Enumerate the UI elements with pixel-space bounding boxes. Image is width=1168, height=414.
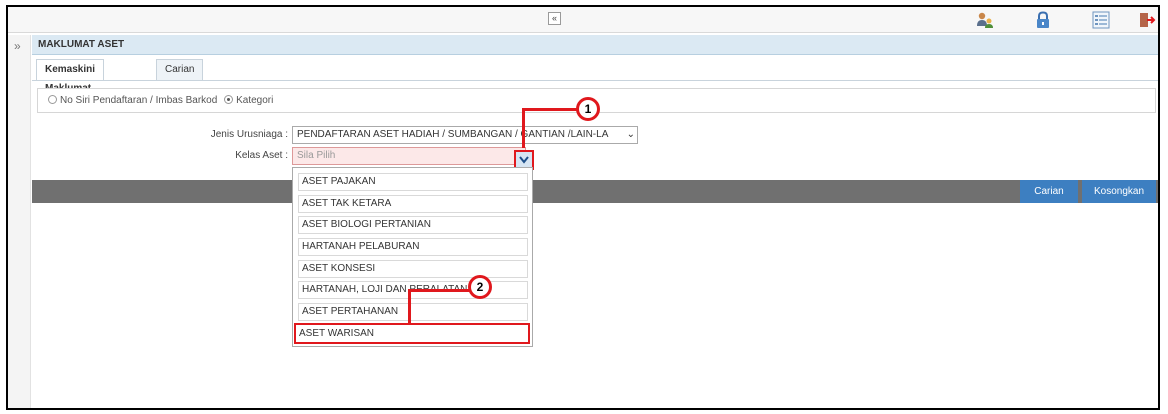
logout-icon[interactable] — [1138, 11, 1156, 29]
tab-divider — [32, 80, 1158, 81]
dropdown-option[interactable]: ASET TAK KETARA — [298, 195, 528, 213]
side-strip: » — [8, 35, 31, 408]
callout-1-connector — [522, 108, 525, 148]
callout-2-connector — [408, 289, 411, 325]
dropdown-option[interactable]: ASET KONSESI — [298, 260, 528, 278]
kelas-aset-placeholder: Sila Pilih — [297, 150, 336, 161]
radio-no-siri-label: No Siri Pendaftaran / Imbas Barkod — [60, 95, 218, 106]
jenis-urusniaga-select[interactable]: PENDAFTARAN ASET HADIAH / SUMBANGAN / GA… — [292, 126, 638, 144]
list-icon[interactable] — [1092, 11, 1110, 29]
app-window: « » MAKLUMAT ASET Kemaskini Carian No Si… — [6, 5, 1160, 410]
jenis-urusniaga-label: Jenis Urusniaga : — [210, 129, 288, 140]
chevron-down-icon: ⌄ — [626, 129, 635, 140]
dropdown-option[interactable]: HARTANAH PELABURAN — [298, 238, 528, 256]
kelas-aset-select[interactable]: Sila Pilih — [292, 147, 526, 165]
chevron-down-icon — [519, 156, 529, 164]
dropdown-option[interactable]: ASET BIOLOGI PERTANIAN — [298, 216, 528, 234]
callout-2-badge: 2 — [468, 275, 492, 299]
callout-1-badge: 1 — [576, 97, 600, 121]
tab-carian[interactable]: Carian — [156, 59, 204, 80]
tab-kemaskini-maklumat[interactable]: Kemaskini Maklumat — [36, 59, 105, 94]
radio-no-siri[interactable] — [48, 95, 57, 104]
carian-button[interactable]: Carian — [1020, 180, 1078, 203]
jenis-urusniaga-value: PENDAFTARAN ASET HADIAH / SUMBANGAN / GA… — [297, 129, 609, 140]
expand-sidebar-button[interactable]: » — [14, 39, 21, 53]
kelas-aset-label: Kelas Aset : — [235, 150, 288, 161]
dropdown-option[interactable]: ASET PERTAHANAN — [298, 303, 528, 321]
radio-kategori[interactable] — [224, 95, 234, 104]
action-bar — [32, 180, 1158, 203]
kelas-aset-dropdown-list: ASET PAJAKAN ASET TAK KETARA ASET BIOLOG… — [292, 167, 533, 347]
dropdown-option-aset-warisan[interactable]: ASET WARISAN — [294, 323, 530, 344]
panel-title: MAKLUMAT ASET — [32, 35, 1158, 55]
radio-kategori-label: Kategori — [236, 95, 274, 106]
callout-2-connector — [408, 289, 470, 292]
user-switch-icon[interactable] — [976, 11, 994, 29]
lock-icon[interactable] — [1034, 11, 1052, 29]
kosongkan-button[interactable]: Kosongkan — [1082, 180, 1156, 203]
top-toolbar: « — [8, 7, 1158, 33]
collapse-header-button[interactable]: « — [548, 12, 561, 25]
callout-1-connector — [522, 108, 578, 111]
dropdown-option[interactable]: ASET PAJAKAN — [298, 173, 528, 191]
